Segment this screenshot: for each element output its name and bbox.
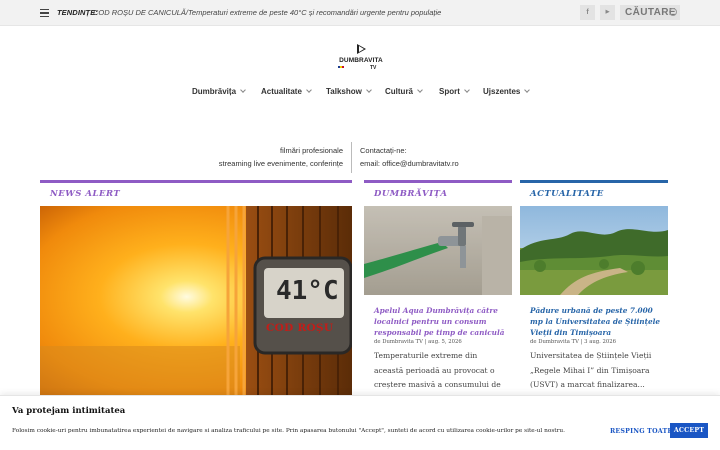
info-contact-label: Contactați-ne: (360, 146, 407, 155)
actualitate-article-title[interactable]: Pădure urbană de peste 7.000 mp la Unive… (530, 305, 662, 338)
trending-label: TENDINȚE: (57, 8, 98, 17)
logo-suffix: TV (370, 65, 377, 71)
nav-item-ujszentes[interactable]: Ujszentes (483, 87, 531, 96)
actualitate-article-excerpt: Universitatea de Științele Vieții „Regel… (530, 351, 652, 389)
info-email[interactable]: email: office@dumbravitatv.ro (360, 159, 459, 168)
red-code-label: COD ROȘU (266, 322, 334, 334)
logo-name: DUMBRAVITA (339, 57, 383, 64)
chevron-down-icon (417, 87, 423, 93)
water-tap-picture (364, 206, 512, 295)
dumbravita-article-image[interactable] (364, 206, 512, 295)
info-streaming: streaming live evenimente, conferințe (218, 159, 343, 168)
accept-button[interactable]: ACCEPT (670, 423, 708, 438)
chevron-down-icon (306, 87, 312, 93)
menu-icon[interactable] (40, 9, 49, 18)
cookie-text: Folosim cookie-uri pentru imbunatatirea … (12, 428, 565, 434)
reject-all-button[interactable]: RESPING TOATE (610, 428, 672, 435)
nav-item-sport[interactable]: Sport (439, 87, 470, 96)
youtube-icon[interactable]: ▶ (600, 5, 615, 20)
nav-item-dumbravita[interactable]: Dumbrăvița (192, 87, 246, 96)
dumbravita-article-meta: de Dumbravita TV | aug. 5, 2026 (374, 339, 462, 345)
trending-link[interactable]: COD ROȘU DE CANICULĂ/Temperaturi extreme… (93, 8, 441, 17)
top-bar: TENDINȚE: COD ROȘU DE CANICULĂ/Temperatu… (0, 0, 720, 26)
chevron-down-icon (366, 87, 372, 93)
chevron-down-icon (464, 87, 470, 93)
cookie-banner: Va protejam intimitatea Folosim cookie-u… (0, 395, 720, 450)
thermometer-reading: 41°C (276, 276, 339, 306)
dumbravita-bar (364, 180, 512, 183)
facebook-icon[interactable]: f (580, 5, 595, 20)
site-logo[interactable]: DUMBRAVITA TV (336, 44, 386, 72)
actualitate-article-meta: de Dumbravita TV | 3 aug. 2026 (530, 339, 616, 345)
actualitate-bar (520, 180, 668, 183)
chevron-down-icon (524, 87, 531, 93)
search-box[interactable]: CĂUTARE (620, 5, 680, 20)
play-icon (357, 44, 366, 54)
cookie-title: Va protejam intimitatea (12, 406, 126, 416)
nav-item-actualitate[interactable]: Actualitate (261, 87, 312, 96)
news-alert-bar (40, 180, 352, 183)
flag-icon (338, 66, 344, 68)
section-title-news-alert[interactable]: NEWS ALERT (50, 189, 120, 199)
urban-forest-picture (520, 206, 668, 295)
nav-item-talkshow[interactable]: Talkshow (326, 87, 372, 96)
section-title-dumbravita[interactable]: DUMBRĂVIȚA (374, 189, 448, 199)
nav-item-cultura[interactable]: Cultură (385, 87, 423, 96)
dumbravita-article-title[interactable]: Apelul Aqua Dumbrăvița către localnici p… (374, 305, 506, 338)
info-filming: filmări profesionale (280, 146, 343, 155)
news-alert-image[interactable]: 41°C COD ROȘU (40, 206, 352, 395)
section-title-actualitate[interactable]: ACTUALITATE (530, 189, 604, 199)
info-divider (351, 142, 352, 173)
search-icon[interactable] (669, 8, 677, 16)
actualitate-article-image[interactable] (520, 206, 668, 295)
chevron-down-icon (240, 87, 246, 93)
